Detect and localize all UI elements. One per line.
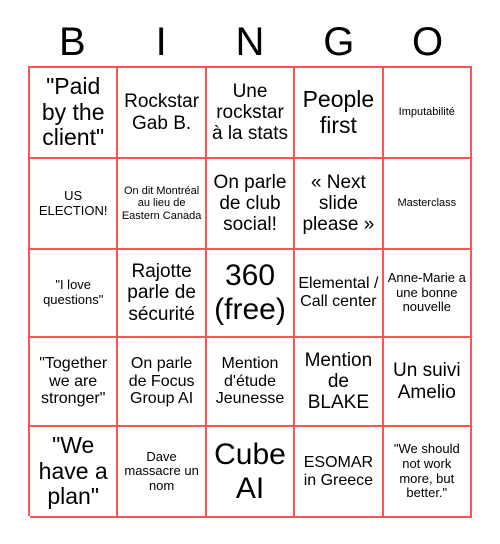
bingo-cell-text: "We should not work more, but better." bbox=[393, 441, 460, 501]
bingo-cell[interactable]: Un suivi Amelio bbox=[383, 338, 472, 427]
bingo-cell-text: Un suivi Amelio bbox=[393, 360, 461, 403]
bingo-cell[interactable]: Dave massacre un nom bbox=[118, 427, 207, 518]
bingo-cell[interactable]: Anne-Marie a une bonne nouvelle bbox=[383, 250, 472, 338]
bingo-cell[interactable]: Rajotte parle de sécurité bbox=[118, 250, 207, 338]
bingo-cell-text: « Next slide please » bbox=[302, 171, 375, 236]
bingo-cell[interactable]: "I love questions" bbox=[30, 250, 119, 338]
bingo-cell-text: Imputabilité bbox=[398, 106, 455, 119]
bingo-cell[interactable]: On parle de club social! bbox=[206, 159, 296, 250]
bingo-cell-text: "We have a plan" bbox=[38, 431, 108, 510]
bingo-cell[interactable]: Imputabilité bbox=[383, 68, 472, 159]
bingo-cell-text: Anne-Marie a une bonne nouvelle bbox=[387, 270, 466, 315]
bingo-cell[interactable]: On dit Montréal au lieu de Eastern Canad… bbox=[118, 159, 207, 250]
bingo-cell[interactable]: Elemental / Call center bbox=[295, 250, 384, 338]
bingo-card: B I N G O "Paid by the client" Rockstar … bbox=[0, 0, 500, 544]
bingo-cell[interactable]: Rockstar Gab B. bbox=[118, 68, 207, 159]
bingo-cell-text: People first bbox=[302, 85, 375, 138]
bingo-cell[interactable]: "Together we are stronger" bbox=[30, 338, 119, 427]
bingo-cell-text: On dit Montréal au lieu de Eastern Canad… bbox=[121, 185, 202, 222]
bingo-cell-text: Mention de BLAKE bbox=[304, 349, 373, 414]
bingo-cell[interactable]: Cube AI bbox=[206, 427, 296, 518]
bingo-cell-text: US ELECTION! bbox=[38, 187, 108, 218]
header-letter-n: N bbox=[235, 20, 265, 64]
bingo-cell-text: "Together we are stronger" bbox=[39, 354, 108, 408]
bingo-cell-text: Cube AI bbox=[214, 437, 286, 505]
bingo-cell-text: "I love questions" bbox=[43, 277, 104, 307]
bingo-cell-text: ESOMAR in Greece bbox=[303, 453, 374, 489]
bingo-cell[interactable]: Mention de BLAKE bbox=[295, 338, 384, 427]
bingo-cell-text: On parle de Focus Group AI bbox=[128, 354, 195, 408]
bingo-cell[interactable]: « Next slide please » bbox=[295, 159, 384, 250]
bingo-grid: "Paid by the client" Rockstar Gab B. Une… bbox=[28, 66, 472, 518]
bingo-cell-text: Une rockstar à la stats bbox=[211, 80, 289, 145]
bingo-cell[interactable]: US ELECTION! bbox=[30, 159, 119, 250]
bingo-cell[interactable]: On parle de Focus Group AI bbox=[118, 338, 207, 427]
header-letter-o: O bbox=[412, 20, 444, 64]
header-letter-i: I bbox=[155, 20, 167, 64]
bingo-cell-text: Mention d'étude Jeunesse bbox=[215, 354, 285, 408]
bingo-cell[interactable]: 360 (free) bbox=[206, 250, 296, 338]
bingo-cell[interactable]: People first bbox=[295, 68, 384, 159]
bingo-cell-text: Rajotte parle de sécurité bbox=[127, 261, 196, 325]
bingo-header-row: B I N G O bbox=[28, 18, 472, 66]
bingo-cell-text: 360 (free) bbox=[214, 259, 286, 326]
bingo-cell[interactable]: Masterclass bbox=[383, 159, 472, 250]
bingo-cell[interactable]: ESOMAR in Greece bbox=[295, 427, 384, 518]
bingo-cell-text: Masterclass bbox=[397, 197, 457, 210]
bingo-cell-text: "Paid by the client" bbox=[41, 72, 105, 151]
bingo-cell[interactable]: "Paid by the client" bbox=[30, 68, 119, 159]
bingo-cell[interactable]: "We have a plan" bbox=[30, 427, 119, 518]
bingo-cell-text: Dave massacre un nom bbox=[124, 448, 199, 493]
header-letter-g: G bbox=[323, 20, 355, 64]
bingo-cell-text: Elemental / Call center bbox=[298, 275, 379, 310]
bingo-cell[interactable]: Mention d'étude Jeunesse bbox=[206, 338, 296, 427]
bingo-cell[interactable]: Une rockstar à la stats bbox=[206, 68, 296, 159]
bingo-cell[interactable]: "We should not work more, but better." bbox=[383, 427, 472, 518]
bingo-cell-text: On parle de club social! bbox=[213, 171, 287, 236]
header-letter-b: B bbox=[59, 20, 86, 64]
bingo-cell-text: Rockstar Gab B. bbox=[124, 91, 200, 134]
